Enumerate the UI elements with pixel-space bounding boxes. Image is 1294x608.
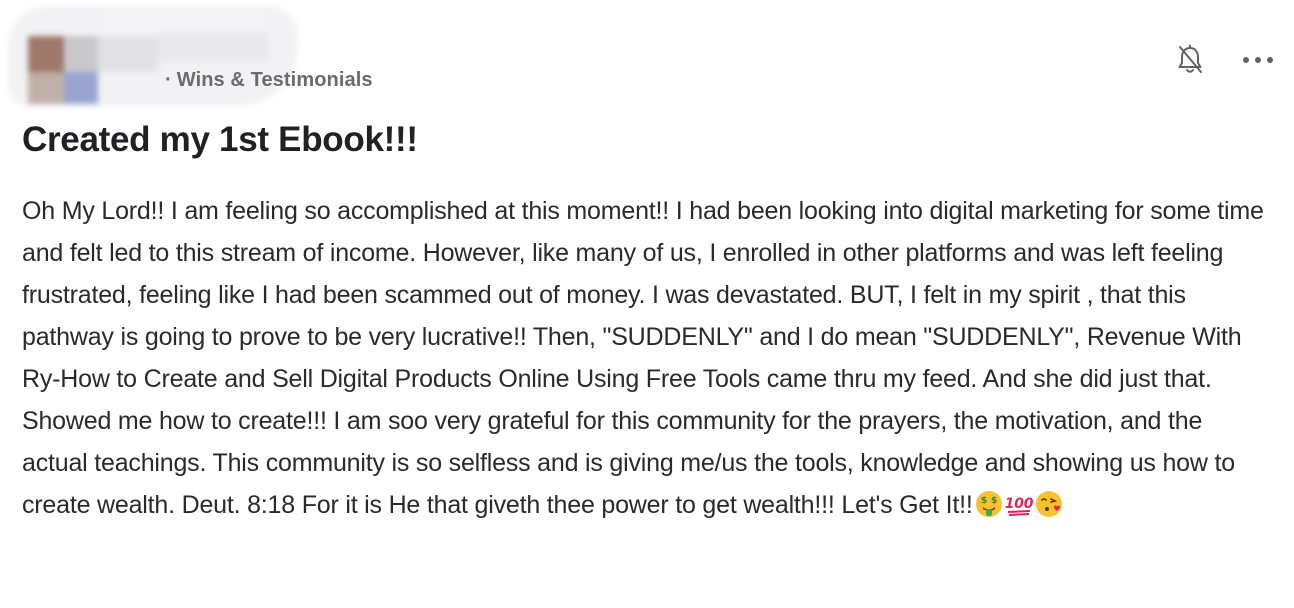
blur-tile: [64, 72, 98, 104]
more-options-button[interactable]: [1236, 42, 1280, 78]
blur-tile: [28, 72, 64, 104]
svg-text:$: $: [991, 496, 997, 506]
blur-tile: [28, 36, 64, 72]
more-horizontal-icon: [1243, 57, 1273, 63]
post-title[interactable]: Created my 1st Ebook!!!: [22, 120, 418, 160]
blur-tile: [103, 12, 263, 34]
notifications-toggle-button[interactable]: [1170, 40, 1210, 80]
post-body-text: Oh My Lord!! I am feeling so accomplishe…: [22, 197, 1264, 519]
blur-tile: [64, 36, 98, 72]
blur-tile: [98, 36, 158, 72]
category-separator: ·: [165, 69, 172, 91]
category-label: Wins & Testimonials: [176, 69, 373, 91]
post-card: · Wins & Testimonials Created my 1st Eboo…: [0, 0, 1294, 608]
svg-text:100: 100: [1005, 496, 1033, 512]
hundred-points-icon: 100: [1005, 496, 1033, 516]
blur-tile: [158, 32, 268, 62]
svg-text:$: $: [981, 496, 987, 506]
bell-off-icon: [1178, 44, 1202, 73]
money-mouth-face-icon: $ $: [975, 491, 1002, 517]
face-blowing-kiss-icon: [1035, 491, 1062, 517]
post-body: Oh My Lord!! I am feeling so accomplishe…: [22, 190, 1272, 526]
post-category[interactable]: · Wins & Testimonials: [165, 69, 373, 92]
